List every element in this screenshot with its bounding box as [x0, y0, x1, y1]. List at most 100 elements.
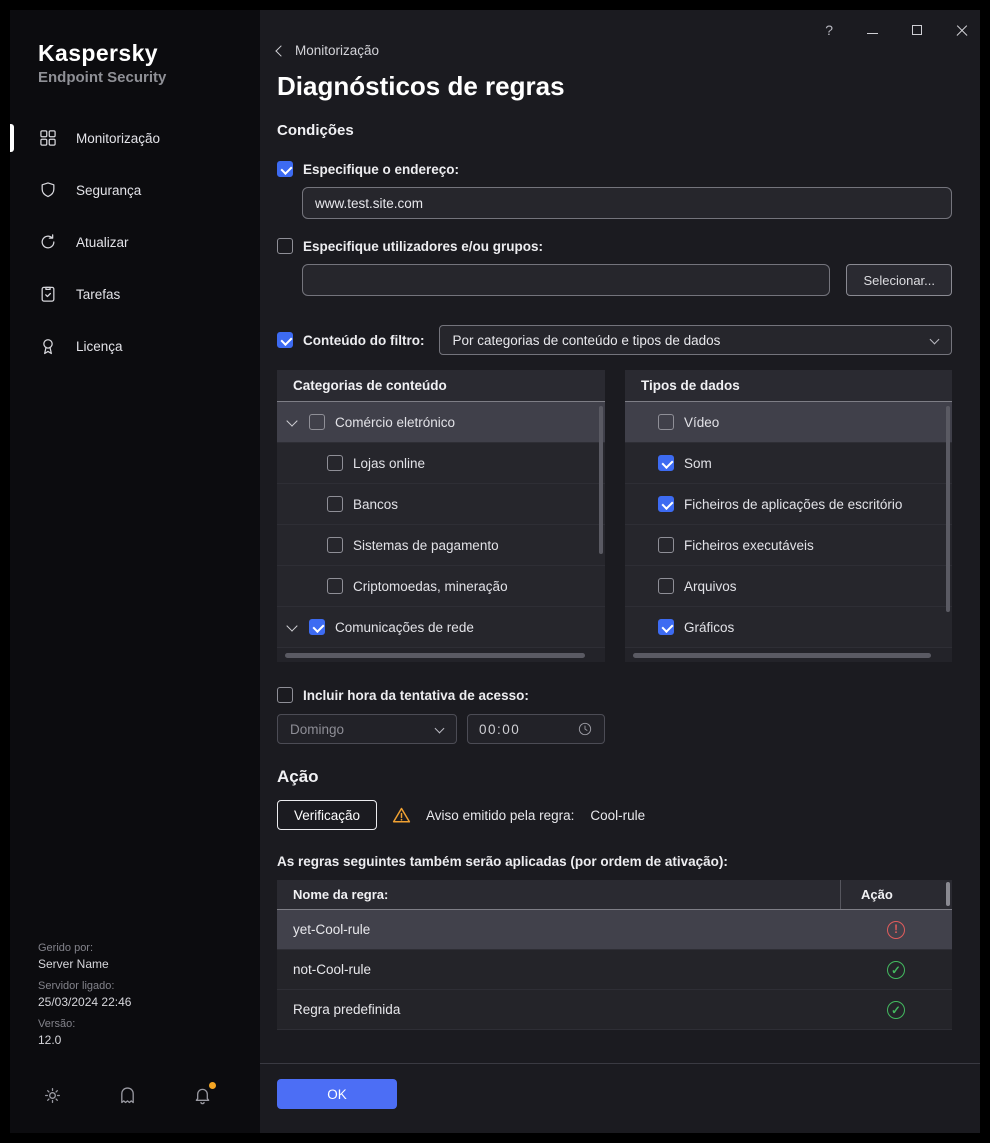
categories-list-body: Comércio eletrónico Lojas online Bancos Sis…: [277, 402, 605, 648]
category-row[interactable]: Lojas online: [277, 443, 605, 484]
horizontal-scrollbar[interactable]: [285, 653, 585, 658]
chevron-down-icon[interactable]: [286, 619, 298, 632]
app-window: Kaspersky Endpoint Security Monitorizaçã…: [10, 10, 980, 1133]
brand-product: Endpoint Security: [38, 69, 167, 86]
time-value: 00:00: [479, 721, 521, 737]
close-button[interactable]: [956, 24, 968, 36]
checkbox[interactable]: [309, 619, 325, 635]
rule-name-cell: yet-Cool-rule: [293, 922, 371, 937]
version-value: 12.0: [38, 1033, 62, 1047]
category-row[interactable]: Comunicações de rede: [277, 607, 605, 648]
sidebar-item-tarefas[interactable]: Tarefas: [10, 268, 260, 320]
category-label: Sistemas de pagamento: [353, 537, 499, 553]
data-type-row[interactable]: Arquivos: [625, 566, 952, 607]
category-label: Comércio eletrónico: [335, 414, 456, 430]
address-checkbox[interactable]: [277, 161, 293, 177]
footer-bar: OK: [277, 1079, 952, 1109]
data-type-row[interactable]: Gráficos: [625, 607, 952, 648]
data-type-label: Ficheiros executáveis: [684, 537, 814, 553]
rule-action-cell: ✓: [840, 1000, 952, 1019]
table-scrollbar[interactable]: [946, 882, 950, 906]
status-ok-icon: ✓: [887, 1000, 905, 1019]
checkbox[interactable]: [658, 619, 674, 635]
category-row[interactable]: Sistemas de pagamento: [277, 525, 605, 566]
checkbox[interactable]: [658, 578, 674, 594]
sidebar-item-label: Licença: [76, 338, 123, 354]
data-type-row[interactable]: Ficheiros de aplicações de escritório: [625, 484, 952, 525]
horizontal-scrollbar[interactable]: [633, 653, 931, 658]
sidebar-item-seguranca[interactable]: Segurança: [10, 164, 260, 216]
minimize-button[interactable]: [867, 24, 878, 36]
categories-panel: Categorias de conteúdo Comércio eletróni…: [277, 370, 605, 662]
users-input[interactable]: [302, 264, 831, 296]
data-types-list-body: Vídeo Som Ficheiros de aplicações de escri…: [625, 402, 952, 648]
users-checkbox[interactable]: [277, 238, 293, 254]
warning-label: Aviso emitido pela regra:: [426, 807, 575, 823]
checkbox[interactable]: [327, 455, 343, 471]
sidebar-item-label: Tarefas: [76, 286, 121, 302]
category-label: Criptomoedas, mineração: [353, 578, 508, 594]
time-input[interactable]: 00:00: [467, 714, 605, 744]
checkbox[interactable]: [327, 578, 343, 594]
users-input-row: Selecionar...: [302, 264, 952, 296]
vertical-scrollbar[interactable]: [599, 406, 603, 554]
filter-select[interactable]: Por categorias de conteúdo e tipos de da…: [439, 325, 952, 355]
rule-action-column-header: Ação: [840, 880, 952, 909]
warning-icon: [392, 807, 411, 823]
data-type-label: Som: [684, 455, 712, 471]
settings-gear-icon[interactable]: [42, 1085, 63, 1111]
category-row[interactable]: Comércio eletrónico: [277, 402, 605, 443]
vertical-scrollbar[interactable]: [946, 406, 950, 612]
category-row[interactable]: Bancos: [277, 484, 605, 525]
categories-header: Categorias de conteúdo: [277, 370, 605, 402]
data-type-label: Ficheiros de aplicações de escritório: [684, 496, 903, 512]
brand-logo: Kaspersky Endpoint Security: [10, 10, 260, 86]
data-type-row[interactable]: Som: [625, 443, 952, 484]
sidebar-item-label: Segurança: [76, 182, 142, 198]
address-checkbox-row[interactable]: Especifique o endereço:: [277, 161, 952, 177]
notifications-bell-icon[interactable]: [192, 1082, 216, 1111]
back-label: Monitorização: [295, 43, 380, 58]
sidebar-item-monitorizacao[interactable]: Monitorização: [10, 112, 260, 164]
table-row[interactable]: not-Cool-rule ✓: [277, 950, 952, 990]
sidebar-menu: Monitorização Segurança Atualizar Tarefa…: [10, 112, 260, 372]
page-title: Diagnósticos de regras: [277, 71, 565, 101]
help-button[interactable]: ?: [825, 22, 833, 38]
checkbox[interactable]: [658, 455, 674, 471]
day-select-value: Domingo: [290, 721, 345, 737]
maximize-button[interactable]: [912, 25, 922, 35]
category-row[interactable]: Criptomoedas, mineração: [277, 566, 605, 607]
select-users-button[interactable]: Selecionar...: [846, 264, 952, 296]
checkbox[interactable]: [327, 537, 343, 553]
category-label: Comunicações de rede: [335, 619, 474, 635]
rule-action-cell: !: [840, 920, 952, 939]
access-time-label: Incluir hora da tentativa de acesso:: [303, 687, 529, 703]
checkbox[interactable]: [327, 496, 343, 512]
day-select[interactable]: Domingo: [277, 714, 457, 744]
back-link[interactable]: Monitorização: [275, 43, 380, 58]
data-type-row[interactable]: Vídeo: [625, 402, 952, 443]
support-icon[interactable]: [117, 1085, 138, 1111]
chevron-down-icon[interactable]: [286, 414, 298, 427]
filter-checkbox[interactable]: [277, 332, 293, 348]
access-time-checkbox-row[interactable]: Incluir hora da tentativa de acesso:: [277, 687, 952, 703]
data-type-row[interactable]: Ficheiros executáveis: [625, 525, 952, 566]
sidebar-item-atualizar[interactable]: Atualizar: [10, 216, 260, 268]
access-time-checkbox[interactable]: [277, 687, 293, 703]
refresh-icon: [41, 234, 55, 249]
dashboard-icon: [40, 130, 56, 146]
checkbox[interactable]: [658, 414, 674, 430]
sidebar-item-licenca[interactable]: Licença: [10, 320, 260, 372]
table-row[interactable]: Regra predefinida ✓: [277, 990, 952, 1030]
verify-button[interactable]: Verificação: [277, 800, 378, 830]
main-content: ? Monitorização Diagnósticos de regras C…: [260, 10, 980, 1133]
checkbox[interactable]: [309, 414, 325, 430]
address-input[interactable]: [302, 187, 952, 219]
rule-name-cell: Regra predefinida: [293, 1002, 401, 1017]
brand-name: Kaspersky: [38, 40, 158, 66]
checkbox[interactable]: [658, 537, 674, 553]
users-checkbox-row[interactable]: Especifique utilizadores e/ou grupos:: [277, 238, 952, 254]
table-row[interactable]: yet-Cool-rule!: [277, 910, 952, 950]
ok-button[interactable]: OK: [277, 1079, 397, 1109]
checkbox[interactable]: [658, 496, 674, 512]
